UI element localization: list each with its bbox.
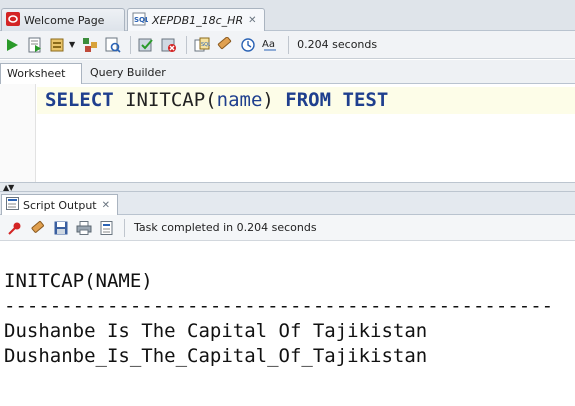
toolbar-separator: [288, 35, 290, 54]
history-icon[interactable]: [239, 36, 257, 54]
function-name: INITCAP: [125, 89, 206, 111]
close-paren: ): [262, 89, 274, 111]
worksheet-toolbar: ▼ SQL Aa 0.204 seconds: [0, 31, 575, 59]
format-case-icon[interactable]: Aa: [262, 36, 280, 54]
print-icon[interactable]: [75, 219, 93, 237]
pane-splitter[interactable]: ▲▼: [0, 182, 575, 192]
tab-script-output[interactable]: Script Output ✕: [1, 194, 118, 215]
sql-statement[interactable]: SELECT INITCAP(name) FROM TEST: [45, 88, 388, 112]
sql-tuning-icon[interactable]: [104, 36, 122, 54]
tab-worksheet-xepdb1[interactable]: SQL XEPDB1_18c_HR ✕: [127, 8, 265, 31]
output-toolbar: Task completed in 0.204 seconds: [0, 215, 575, 241]
rollback-icon[interactable]: [160, 36, 178, 54]
unshared-sql-icon[interactable]: SQL: [193, 36, 211, 54]
output-divider: ----------------------------------------…: [4, 295, 554, 317]
sql-icon: SQL: [132, 12, 150, 29]
close-tab-icon[interactable]: ✕: [248, 15, 256, 26]
svg-text:SQL: SQL: [134, 16, 148, 24]
explain-plan-icon[interactable]: [81, 36, 99, 54]
tab-script-output-label: Script Output: [23, 198, 97, 212]
pin-icon[interactable]: [6, 219, 24, 237]
toolbar-separator: [130, 35, 132, 54]
execution-time: 0.204 seconds: [297, 38, 378, 51]
script-output-area[interactable]: INITCAP(NAME) --------------------------…: [0, 242, 575, 406]
commit-icon[interactable]: [137, 36, 155, 54]
svg-text:SQL: SQL: [201, 42, 210, 48]
close-output-icon[interactable]: ✕: [102, 200, 110, 211]
worksheet-subtabs: Worksheet Query Builder: [0, 60, 575, 84]
tab-worksheet[interactable]: Worksheet: [0, 63, 82, 84]
keyword-select: SELECT: [45, 89, 114, 111]
output-column-header: INITCAP(NAME): [4, 270, 153, 292]
script-output-icon: [6, 197, 19, 213]
table-name: TEST: [342, 89, 389, 111]
tab-worksheet-label: XEPDB1_18c_HR: [152, 13, 244, 27]
run-script-icon[interactable]: [26, 36, 44, 54]
toolbar-separator: [186, 35, 188, 54]
tab-welcome-page-label: Welcome Page: [24, 13, 105, 27]
tab-welcome-page[interactable]: Welcome Page: [1, 8, 125, 31]
oracle-icon: [6, 11, 20, 29]
output-row: Dushanbe Is The Capital Of Tajikistan: [4, 320, 428, 342]
open-paren: (: [205, 89, 217, 111]
column-name: name: [216, 89, 263, 111]
output-row: Dushanbe_Is_The_Capital_Of_Tajikistan: [4, 345, 428, 367]
tab-query-builder[interactable]: Query Builder: [84, 63, 176, 84]
toolbar-separator: [124, 218, 125, 237]
save-icon[interactable]: [52, 219, 70, 237]
svg-text:Aa: Aa: [262, 39, 275, 50]
open-file-icon[interactable]: [98, 219, 116, 237]
keyword-from: FROM: [285, 89, 332, 111]
splitter-arrows-icon[interactable]: ▲▼: [3, 183, 14, 192]
editor-gutter: [0, 84, 36, 182]
document-tab-strip: Welcome Page SQL XEPDB1_18c_HR ✕: [0, 0, 575, 31]
task-status: Task completed in 0.204 seconds: [134, 221, 317, 234]
autotrace-icon[interactable]: [49, 36, 67, 54]
clear-icon[interactable]: [216, 36, 234, 54]
eraser-icon[interactable]: [29, 219, 47, 237]
run-statement-icon[interactable]: [3, 36, 21, 54]
sql-editor[interactable]: SELECT INITCAP(name) FROM TEST: [0, 84, 575, 182]
chevron-down-icon[interactable]: ▼: [69, 40, 75, 49]
output-tab-strip: Script Output ✕: [0, 192, 575, 215]
